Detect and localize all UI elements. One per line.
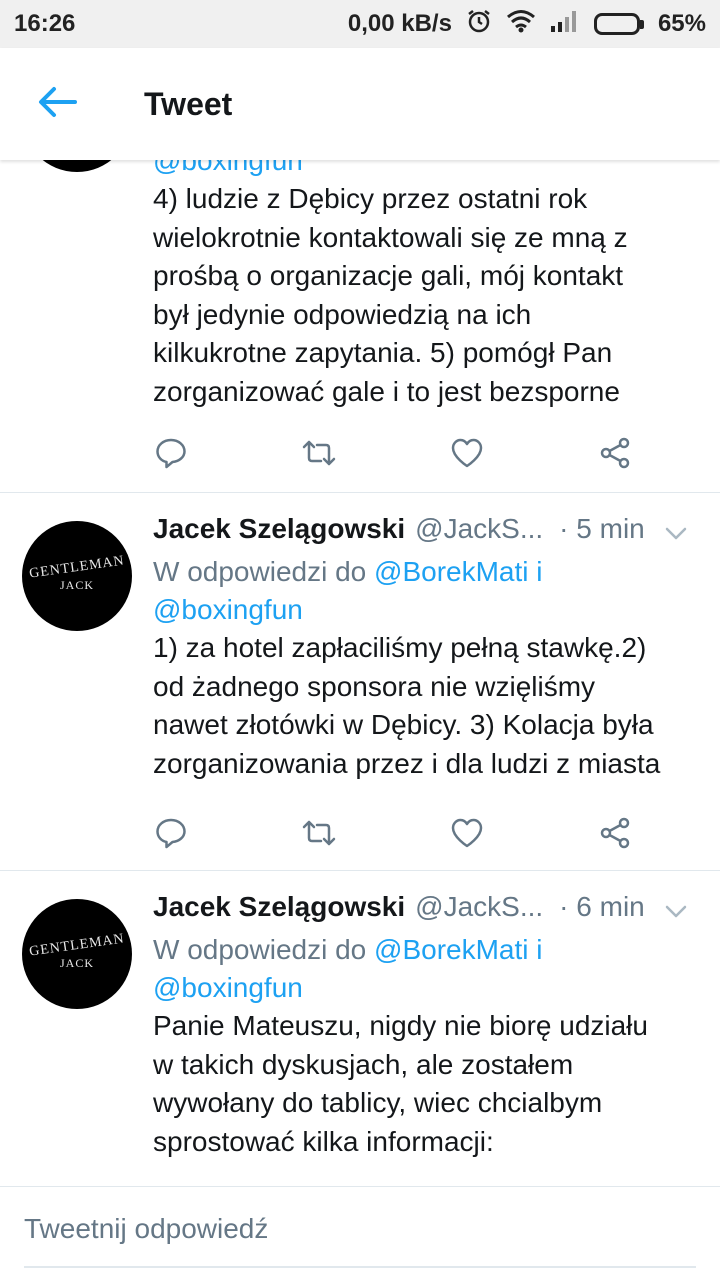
share-icon[interactable] [597, 435, 633, 471]
tweet[interactable]: GENTLEMAN JACK Jacek Szelągowski @JackS.… [0, 871, 720, 1186]
reply-icon[interactable] [153, 815, 189, 851]
reply-and: i [536, 556, 543, 587]
reply-prefix: W odpowiedzi do [153, 934, 367, 965]
tweet-text-line: w takich dyskusjach, ale zostałem [153, 1048, 574, 1080]
tweet-text-line: zorganizowania przez i dla ludzi z miast… [153, 747, 661, 779]
reply-context: W odpowiedzi do @BorekMati i [153, 931, 698, 969]
tweet-text-line: prośbą o organizacje gali, mój kontakt [153, 260, 624, 291]
tweet-text-line: nawet złotówki w Dębicy. 3) Kolacja była [153, 709, 654, 740]
tweet-text-line: 4) ludzie z Dębicy przez ostatni rok [153, 183, 588, 214]
tweet-actions [153, 813, 633, 853]
like-icon[interactable] [449, 435, 485, 471]
tweet[interactable]: GENTLEMAN JACK Jacek Szelągowski @JackS.… [0, 493, 720, 871]
avatar[interactable] [22, 160, 132, 172]
status-time: 16:26 [14, 10, 76, 37]
retweet-icon[interactable] [301, 815, 337, 851]
tweet-text-line: wielokrotnie kontaktowali się ze mną z [153, 221, 628, 253]
tweet-text-line: sprostować kilka informacji: [153, 1125, 494, 1157]
reply-context: W odpowiedzi do @BorekMati i [153, 553, 698, 591]
tweet-header: Jacek Szelągowski @JackS... · 6 min [153, 891, 698, 931]
chevron-down-icon[interactable] [662, 897, 690, 925]
alarm-icon [466, 8, 492, 41]
arrow-left-icon [37, 86, 77, 123]
reply-input[interactable]: Tweetnij odpowiedź [24, 1213, 268, 1245]
reply-prefix: W odpowiedzi do [153, 556, 367, 587]
reply-mention[interactable]: @boxingfun [153, 591, 698, 629]
tweet-text: Panie Mateuszu, nigdy nie biorę udziału … [153, 1007, 698, 1161]
chevron-down-icon[interactable] [662, 519, 690, 547]
tweet[interactable]: @boxingfun 4) ludzie z Dębicy przez osta… [0, 160, 720, 493]
tweet-text: 1) za hotel zapłaciliśmy pełną stawkę.2)… [153, 629, 698, 783]
tweet-text-line: od żadnego sponsora nie wzięliśmy [153, 670, 596, 702]
tweet-text-line: 1) za hotel zapłaciliśmy pełną stawkę.2) [153, 632, 647, 663]
page-title: Tweet [144, 85, 233, 122]
reply-mention[interactable]: @boxingfun [153, 160, 698, 180]
reply-mention[interactable]: @BorekMati [374, 556, 528, 587]
share-icon[interactable] [597, 815, 633, 851]
network-speed: 0,00 kB/s [347, 10, 452, 37]
tweet-text-line: był jedynie odpowiedzią na ich [153, 298, 532, 330]
author-name[interactable]: Jacek Szelągowski [153, 891, 405, 923]
battery-percent: 65% [657, 10, 706, 37]
battery-icon [593, 13, 644, 35]
signal-icon [550, 9, 580, 40]
avatar-text: JACK [59, 577, 94, 592]
tweet-text-line: wywołany do tablicy, wiec chcialbym [153, 1087, 603, 1118]
author-handle[interactable]: @JackS... [415, 891, 543, 923]
tweet-time: · 6 min [559, 891, 645, 922]
reply-mention[interactable]: @BorekMati [374, 934, 528, 965]
tweet-thread: @boxingfun 4) ludzie z Dębicy przez osta… [0, 160, 720, 1186]
reply-icon[interactable] [153, 435, 189, 471]
avatar[interactable]: GENTLEMAN JACK [22, 899, 132, 1009]
tweet-actions [153, 433, 633, 473]
author-handle[interactable]: @JackS... [415, 513, 543, 545]
reply-bar: Tweetnij odpowiedź [0, 1186, 720, 1280]
reply-mention[interactable]: @boxingfun [153, 969, 698, 1007]
status-icons: 0,00 kB/s 65% [348, 8, 706, 41]
tweet-text-line: Panie Mateuszu, nigdy nie biorę udziału [153, 1010, 648, 1041]
app-bar: Tweet [0, 48, 720, 160]
tweet-time: · 5 min [559, 513, 645, 544]
input-underline [24, 1266, 696, 1268]
retweet-icon[interactable] [301, 435, 337, 471]
like-icon[interactable] [449, 815, 485, 851]
avatar-text: JACK [59, 955, 94, 970]
reply-and: i [536, 934, 543, 965]
author-name[interactable]: Jacek Szelągowski [153, 513, 405, 545]
tweet-header: Jacek Szelągowski @JackS... · 5 min [153, 513, 698, 553]
back-button[interactable] [0, 48, 114, 160]
tweet-text-line: kilkukrotne zapytania. 5) pomógł Pan [153, 337, 613, 368]
avatar[interactable]: GENTLEMAN JACK [22, 521, 132, 631]
wifi-icon [506, 9, 536, 40]
tweet-text: 4) ludzie z Dębicy przez ostatni rok wie… [153, 180, 698, 411]
tweet-text-line: zorganizować gale i to jest bezsporne [153, 375, 620, 407]
status-bar: 16:26 0,00 kB/s 65% [0, 0, 720, 48]
